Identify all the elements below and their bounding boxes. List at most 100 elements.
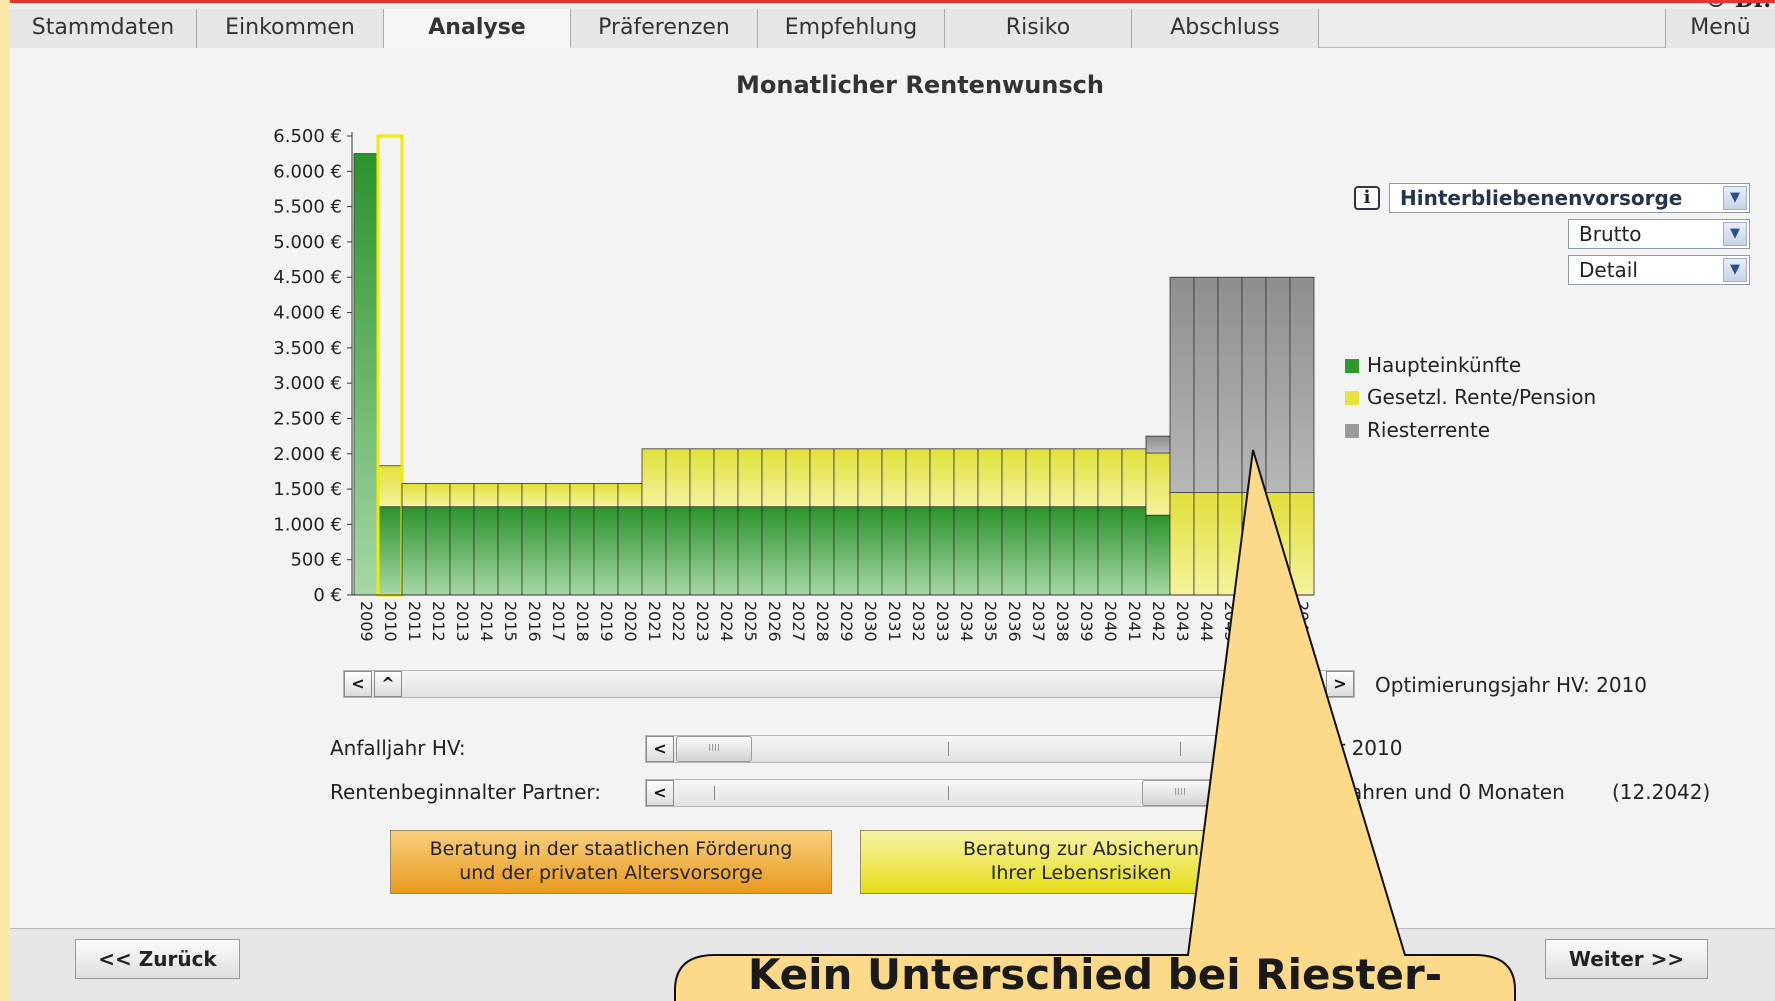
- bar-segment: [1217, 492, 1243, 596]
- bar-segment: [929, 448, 955, 508]
- slider-tick: [714, 786, 715, 800]
- y-tick-label: 3.000 €: [273, 373, 342, 394]
- x-tick-label: 2041: [1125, 601, 1144, 642]
- button-line: Ihrer Lebensrisiken: [990, 862, 1172, 884]
- scroll-right-icon[interactable]: >: [1326, 671, 1354, 697]
- slider-left-icon[interactable]: <: [646, 736, 674, 762]
- year-scrollbar[interactable]: < ^ >: [343, 670, 1355, 698]
- x-tick-label: 2036: [1005, 601, 1024, 642]
- slider-left-icon[interactable]: <: [646, 780, 674, 806]
- bar-segment: [569, 483, 595, 508]
- bar-segment: [881, 506, 907, 596]
- bar-segment: [689, 448, 715, 508]
- scroll-up-icon[interactable]: ^: [374, 671, 402, 697]
- bar-segment: [1169, 492, 1195, 596]
- y-tick-label: 4.500 €: [273, 267, 342, 288]
- x-tick-label: 2023: [693, 601, 712, 642]
- bar-segment: [641, 448, 667, 508]
- bar-segment: [1025, 506, 1051, 596]
- x-tick-label: 2031: [885, 601, 904, 642]
- bar-segment: [377, 465, 403, 508]
- x-tick-label: 2043: [1173, 601, 1192, 642]
- bar-segment: [401, 506, 427, 596]
- bar-segment: [1073, 506, 1099, 596]
- bar-segment: [761, 448, 787, 508]
- chevron-down-icon[interactable]: ▼: [1723, 222, 1747, 246]
- x-tick-label: 2039: [1077, 601, 1096, 642]
- anfalljahr-slider[interactable]: < IIII: [645, 735, 1285, 763]
- x-tick-label: 2040: [1101, 601, 1120, 642]
- legend-label: Haupteinkünfte: [1367, 353, 1522, 377]
- x-tick-label: 2044: [1197, 601, 1216, 642]
- bar-segment: [449, 483, 475, 508]
- bar-segment: [1169, 276, 1195, 494]
- x-tick-label: 2037: [1029, 601, 1048, 642]
- bar-segment: [1097, 506, 1123, 596]
- bar-segment: [953, 506, 979, 596]
- bar-segment: [593, 506, 619, 596]
- bar-segment: [1145, 452, 1171, 516]
- x-tick-label: 2025: [741, 601, 760, 642]
- bar-segment: [449, 506, 475, 596]
- rentenbeginn-slider[interactable]: < IIII: [645, 779, 1285, 807]
- y-tick-label: 2.500 €: [273, 408, 342, 429]
- bar-segment: [809, 506, 835, 596]
- y-tick-label: 2.000 €: [273, 444, 342, 465]
- bar-segment: [569, 506, 595, 596]
- x-tick-label: 2015: [501, 601, 520, 642]
- bar-segment: [1001, 448, 1027, 508]
- bar-segment: [833, 506, 859, 596]
- bar-segment: [737, 448, 763, 508]
- y-tick-label: 5.000 €: [273, 232, 342, 253]
- bar-segment: [1097, 448, 1123, 508]
- anfalljahr-label: Anfalljahr HV:: [330, 736, 466, 760]
- vorsorge-select[interactable]: Hinterbliebenenvorsorge ▼: [1389, 183, 1750, 213]
- y-tick-label: 1.000 €: [273, 514, 342, 535]
- x-tick-label: 2019: [597, 601, 616, 642]
- bar-segment: [737, 506, 763, 596]
- ansicht-select[interactable]: Detail ▼: [1568, 255, 1750, 285]
- back-button[interactable]: << Zurück: [75, 939, 240, 979]
- basis-select[interactable]: Brutto ▼: [1568, 219, 1750, 249]
- x-tick-label: 2033: [933, 601, 952, 642]
- y-tick-label: 6.500 €: [273, 126, 342, 147]
- beratung-absicherung-button[interactable]: Beratung zur Absicherun Ihrer Lebensrisi…: [860, 830, 1302, 894]
- bar-segment: [521, 506, 547, 596]
- slider-thumb[interactable]: IIII: [1142, 780, 1218, 806]
- next-button[interactable]: Weiter >>: [1545, 939, 1708, 979]
- legend-label: Riesterrente: [1367, 418, 1491, 442]
- legend-swatch: [1345, 391, 1359, 405]
- chevron-down-icon[interactable]: ▼: [1723, 258, 1747, 282]
- x-tick-label: 2045: [1221, 601, 1240, 642]
- bar-segment: [881, 448, 907, 508]
- slider-thumb[interactable]: IIII: [676, 736, 752, 762]
- x-tick-label: 2016: [525, 601, 544, 642]
- rentenbeginn-label: Rentenbeginnalter Partner:: [330, 780, 602, 804]
- bar-segment: [905, 506, 931, 596]
- bar-segment: [1289, 276, 1315, 494]
- bar-segment: [497, 483, 523, 508]
- button-line: Beratung in der staatlichen Förderung: [429, 838, 793, 860]
- y-tick-label: 6.000 €: [273, 161, 342, 182]
- legend-label: Gesetzl. Rente/Pension: [1367, 385, 1597, 409]
- bar-segment: [1049, 506, 1075, 596]
- bar-segment: [1145, 514, 1171, 596]
- x-tick-label: 2013: [453, 601, 472, 642]
- rentenbeginn-date: (12.2042): [1612, 780, 1711, 804]
- bar-segment: [641, 506, 667, 596]
- info-icon[interactable]: i: [1354, 186, 1380, 210]
- bar-segment: [1241, 492, 1267, 596]
- scroll-left-icon[interactable]: <: [344, 671, 372, 697]
- chevron-down-icon[interactable]: ▼: [1723, 186, 1747, 210]
- bar-segment: [1073, 448, 1099, 508]
- bar-segment: [617, 483, 643, 508]
- slider-tick: [1180, 742, 1181, 756]
- bar-segment: [785, 448, 811, 508]
- bar-segment: [665, 506, 691, 596]
- x-tick-label: 2032: [909, 601, 928, 642]
- bar-segment: [401, 483, 427, 508]
- bar-segment: [353, 153, 379, 596]
- y-tick-label: 3.500 €: [273, 338, 342, 359]
- beratung-foerderung-button[interactable]: Beratung in der staatlichen Förderung un…: [390, 830, 832, 894]
- x-tick-label: 2022: [669, 601, 688, 642]
